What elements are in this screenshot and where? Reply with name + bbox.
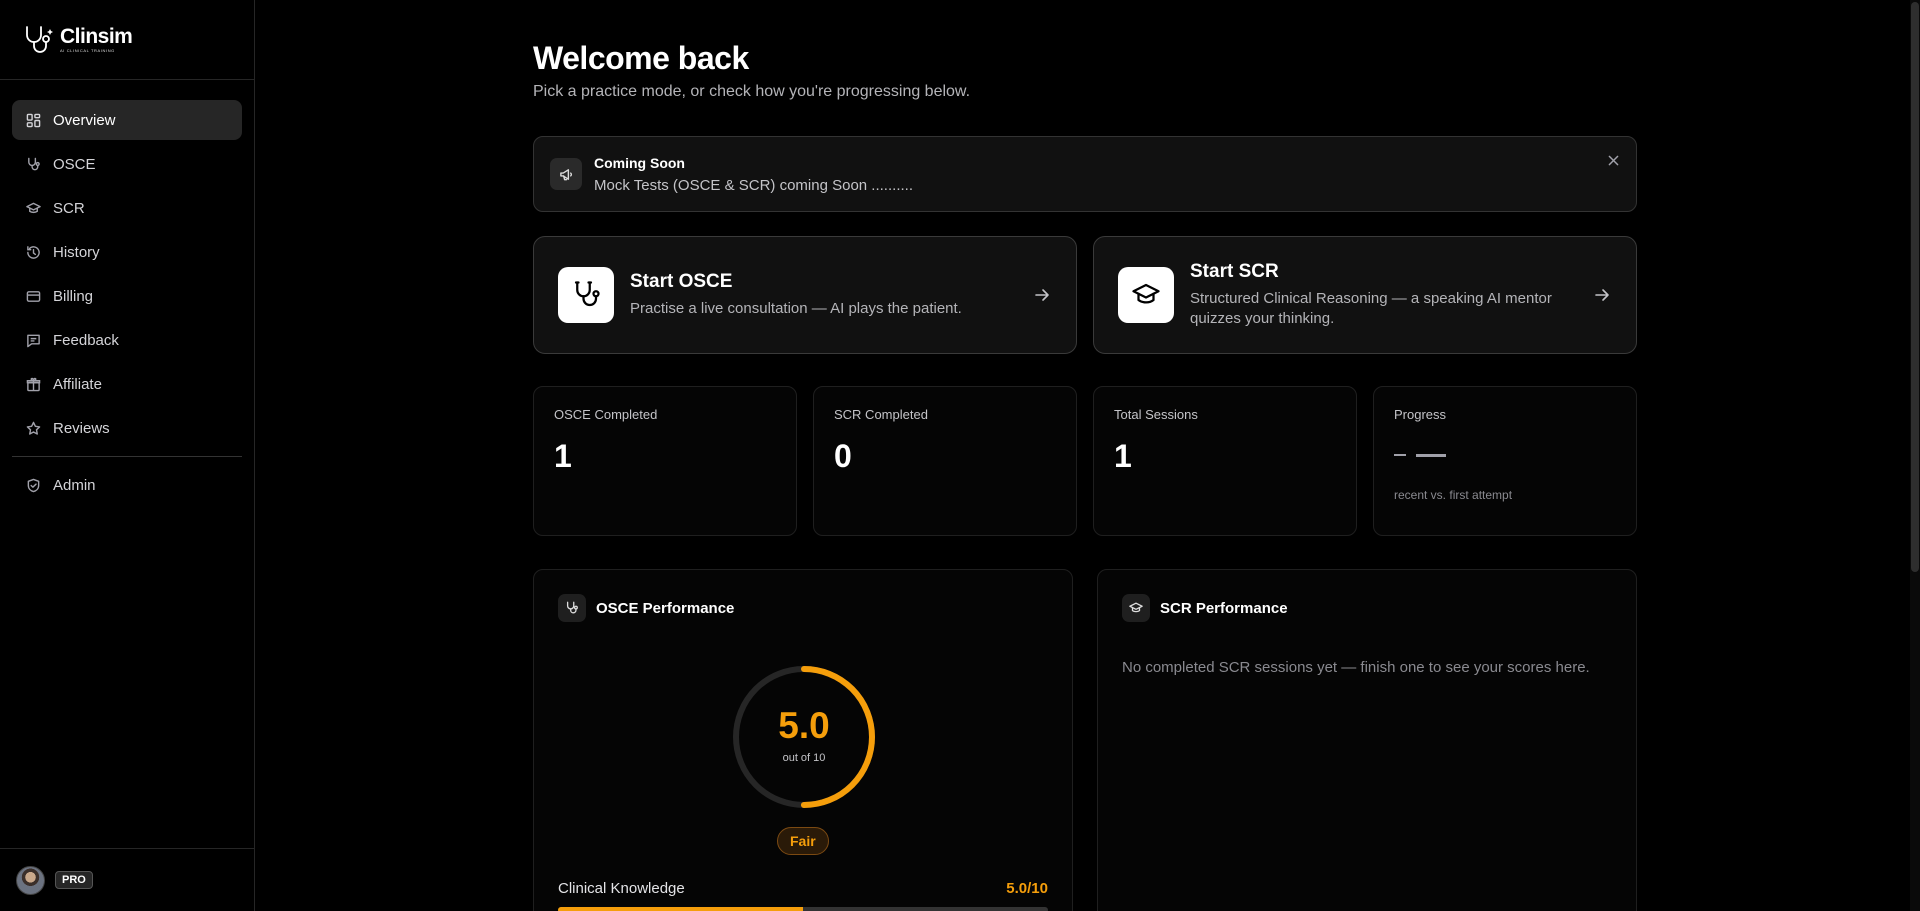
- metric-label: Clinical Knowledge: [558, 880, 685, 897]
- scrollbar-thumb[interactable]: [1911, 2, 1919, 572]
- sidebar-nav: Overview OSCE SCR History Billing Feedba…: [0, 80, 254, 505]
- stat-value: 0: [834, 438, 852, 474]
- sidebar-item-label: Affiliate: [53, 375, 102, 393]
- banner-message: Mock Tests (OSCE & SCR) coming Soon ....…: [594, 176, 913, 194]
- stat-label: SCR Completed: [834, 407, 928, 422]
- brand: Clinsim AI CLINICAL TRAINING: [0, 0, 254, 80]
- grid-icon: [25, 112, 41, 128]
- start-osce-card[interactable]: Start OSCE Practise a live consultation …: [533, 236, 1077, 354]
- stat-value: 1: [1114, 438, 1132, 474]
- start-scr-card[interactable]: Start SCR Structured Clinical Reasoning …: [1093, 236, 1637, 354]
- message-icon: [25, 332, 41, 348]
- stat-total-sessions: Total Sessions 1: [1093, 386, 1357, 536]
- metric-score: 5.0/10: [1006, 880, 1048, 897]
- stat-progress: Progress recent vs. first attempt: [1373, 386, 1637, 536]
- stethoscope-icon: [558, 267, 614, 323]
- sidebar-item-label: SCR: [53, 199, 85, 217]
- sidebar-item-label: Feedback: [53, 331, 119, 349]
- arrow-right-icon: [1034, 287, 1050, 308]
- metric-progress-fill: [558, 907, 803, 911]
- sidebar-item-history[interactable]: History: [12, 232, 242, 272]
- avatar[interactable]: [16, 865, 45, 895]
- sidebar-item-overview[interactable]: Overview: [12, 100, 242, 140]
- sidebar-item-billing[interactable]: Billing: [12, 276, 242, 316]
- scr-empty-message: No completed SCR sessions yet — finish o…: [1122, 659, 1590, 676]
- dash-short: [1394, 454, 1406, 456]
- stethoscope-logo-icon: [26, 25, 53, 53]
- brand-tagline: AI CLINICAL TRAINING: [60, 48, 115, 53]
- sidebar-item-feedback[interactable]: Feedback: [12, 320, 242, 360]
- sidebar-item-label: History: [53, 243, 100, 261]
- progress-empty-indicator: [1394, 444, 1616, 466]
- sidebar-item-label: Admin: [53, 476, 96, 494]
- sidebar-item-label: OSCE: [53, 155, 96, 173]
- stat-value: 1: [554, 438, 572, 474]
- sidebar-item-reviews[interactable]: Reviews: [12, 408, 242, 448]
- sidebar-item-label: Reviews: [53, 419, 110, 437]
- page-subtitle: Pick a practice mode, or check how you'r…: [533, 83, 971, 100]
- brand-logo[interactable]: Clinsim AI CLINICAL TRAINING: [22, 24, 133, 56]
- gauge-score: 5.0: [778, 705, 830, 746]
- stethoscope-icon: [558, 594, 586, 622]
- start-scr-title: Start SCR: [1190, 260, 1279, 282]
- banner-title: Coming Soon: [594, 154, 685, 171]
- sidebar-item-label: Overview: [53, 111, 116, 129]
- start-osce-description: Practise a live consultation — AI plays …: [630, 299, 962, 317]
- metric-progress-bar: [558, 907, 1048, 911]
- sidebar-item-admin[interactable]: Admin: [12, 465, 242, 505]
- stat-label: Progress: [1394, 407, 1447, 422]
- sidebar-divider: [12, 456, 242, 457]
- start-osce-title: Start OSCE: [630, 270, 733, 292]
- scr-performance-title: SCR Performance: [1160, 599, 1288, 617]
- stethoscope-icon: [25, 156, 41, 172]
- stat-scr-completed: SCR Completed 0: [813, 386, 1077, 536]
- close-icon[interactable]: [1606, 153, 1620, 167]
- user-footer: PRO: [0, 848, 255, 911]
- sidebar-item-osce[interactable]: OSCE: [12, 144, 242, 184]
- megaphone-icon: [550, 158, 582, 190]
- osce-performance-card: OSCE Performance 5.0 out of 10 Fair Clin…: [533, 569, 1073, 911]
- rating-badge: Fair: [777, 827, 829, 855]
- graduation-cap-icon: [25, 200, 41, 216]
- star-icon: [25, 420, 41, 436]
- sidebar: Clinsim AI CLINICAL TRAINING Overview OS…: [0, 0, 255, 911]
- stat-label: OSCE Completed: [554, 407, 658, 422]
- history-icon: [25, 244, 41, 260]
- shield-icon: [25, 477, 41, 493]
- arrow-right-icon: [1594, 287, 1610, 308]
- graduation-cap-icon: [1122, 594, 1150, 622]
- stat-note: recent vs. first attempt: [1394, 488, 1513, 502]
- gauge-subtitle: out of 10: [782, 752, 826, 764]
- osce-performance-title: OSCE Performance: [596, 599, 735, 617]
- sidebar-item-scr[interactable]: SCR: [12, 188, 242, 228]
- stat-osce-completed: OSCE Completed 1: [533, 386, 797, 536]
- brand-name: Clinsim: [60, 25, 133, 48]
- gift-icon: [25, 376, 41, 392]
- page-scrollbar[interactable]: [1910, 0, 1920, 911]
- sidebar-item-label: Billing: [53, 287, 94, 305]
- scr-performance-card: SCR Performance No completed SCR session…: [1097, 569, 1637, 911]
- wallet-icon: [25, 288, 41, 304]
- plan-badge: PRO: [55, 871, 93, 889]
- score-gauge: 5.0 out of 10: [730, 663, 878, 811]
- announcement-banner: Coming Soon Mock Tests (OSCE & SCR) comi…: [533, 136, 1637, 212]
- dash-long: [1416, 453, 1446, 457]
- start-scr-description: Structured Clinical Reasoning — a speaki…: [1190, 289, 1552, 327]
- page-title: Welcome back: [533, 40, 749, 76]
- sidebar-item-affiliate[interactable]: Affiliate: [12, 364, 242, 404]
- graduation-cap-icon: [1118, 267, 1174, 323]
- stat-label: Total Sessions: [1114, 407, 1198, 422]
